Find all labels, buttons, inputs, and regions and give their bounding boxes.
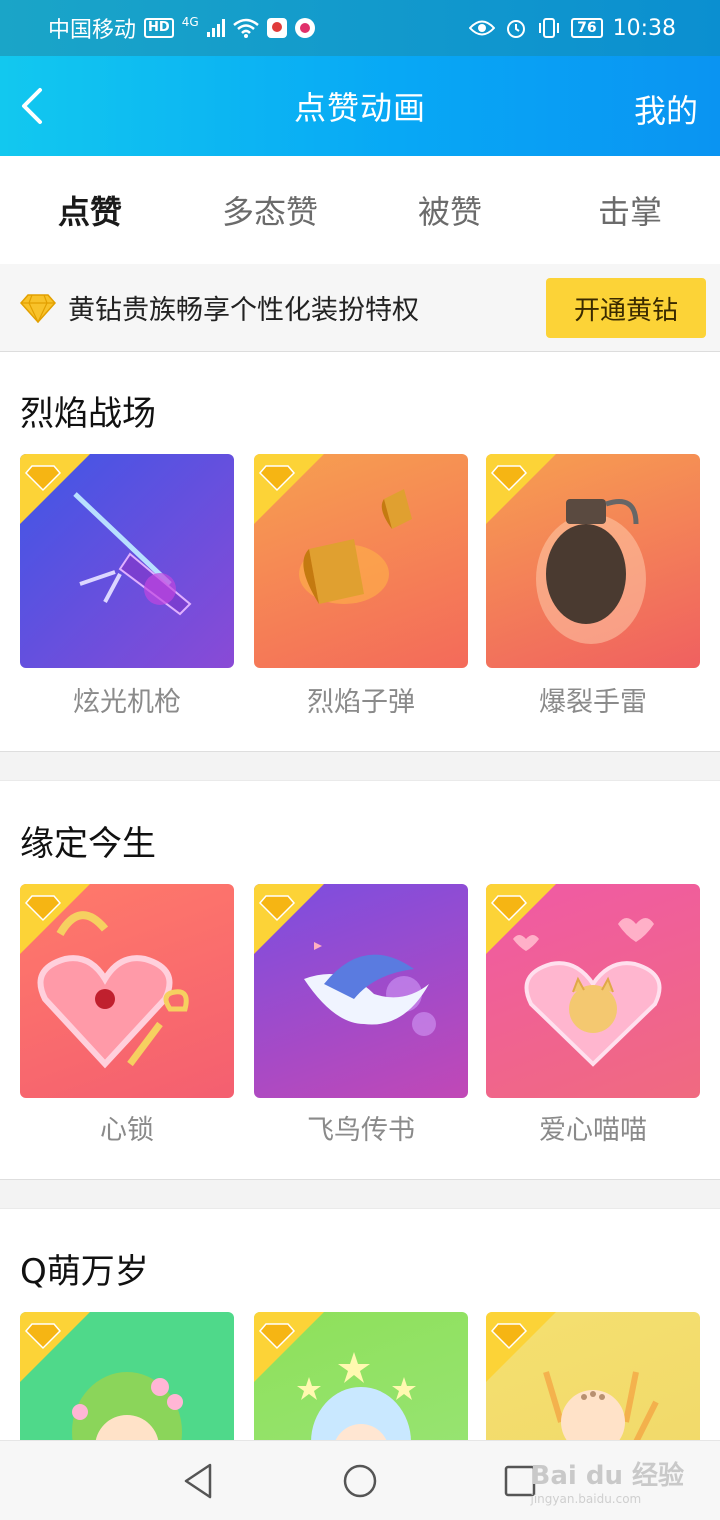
section-divider — [0, 1179, 720, 1209]
section-flame-battlefield: 烈焰战场 炫光机枪 烈焰子弹 爆裂手雷 — [0, 352, 720, 752]
section-title: Q萌万岁 — [20, 1252, 149, 1292]
item-card[interactable] — [486, 454, 700, 668]
tab-high-five[interactable]: 击掌 — [540, 156, 720, 264]
watermark-text: Bai du 经验 — [530, 1461, 685, 1491]
item-label: 烈焰子弹 — [307, 687, 415, 718]
yellow-diamond-icon — [486, 454, 556, 524]
section-title: 缘定今生 — [20, 824, 156, 864]
yellow-diamond-icon — [20, 884, 90, 954]
back-triangle-icon[interactable] — [178, 1459, 222, 1503]
clock: 10:38 — [612, 15, 676, 41]
item-label: 飞鸟传书 — [307, 1115, 415, 1146]
item-card[interactable] — [486, 884, 700, 1098]
yellow-diamond-icon — [20, 1312, 90, 1382]
status-bar: 中国移动 HD 4G 76 10:38 — [0, 0, 720, 56]
tab-like[interactable]: 点赞 — [0, 156, 180, 264]
watermark-url: jingyan.baidu.com — [530, 1492, 642, 1506]
carrier-label: 中国移动 — [48, 18, 137, 43]
yellow-diamond-icon — [20, 454, 90, 524]
item-card[interactable] — [20, 454, 234, 668]
item-label: 心锁 — [100, 1115, 154, 1146]
wifi-icon — [232, 18, 259, 38]
eye-icon — [469, 20, 496, 36]
item-card[interactable] — [254, 454, 468, 668]
item-label: 爱心喵喵 — [539, 1115, 647, 1146]
hd-icon: HD — [144, 18, 174, 38]
item-card[interactable] — [254, 884, 468, 1098]
baidu-watermark: Bai du 经验 jingyan.baidu.com — [531, 1455, 685, 1506]
my-link[interactable]: 我的 — [634, 86, 698, 132]
status-right: 76 10:38 — [469, 16, 676, 41]
section-q-cute: Q萌万岁 — [0, 1210, 720, 1520]
system-nav-bar: Bai du 经验 jingyan.baidu.com — [0, 1440, 720, 1520]
open-vip-button[interactable]: 开通黄钻 — [546, 278, 706, 338]
network-type: 4G — [181, 15, 199, 29]
back-button[interactable] — [14, 84, 54, 128]
tab-multi-like[interactable]: 多态赞 — [180, 156, 360, 264]
tab-bar: 点赞 多态赞 被赞 击掌 — [0, 156, 720, 264]
section-destined-love: 缘定今生 心锁 飞鸟传书 爱心喵喵 — [0, 782, 720, 1180]
item-label: 爆裂手雷 — [539, 687, 647, 718]
page: 中国移动 HD 4G 76 10:38 点赞动画 我的 点赞 多态赞 被赞 击掌… — [0, 0, 720, 1520]
yellow-diamond-icon — [254, 1312, 324, 1382]
vibrate-icon — [539, 18, 560, 38]
page-title: 点赞动画 — [293, 89, 426, 127]
home-circle-icon[interactable] — [338, 1459, 382, 1503]
chevron-left-icon — [22, 88, 42, 124]
yellow-diamond-icon — [20, 293, 56, 323]
yellow-diamond-icon — [254, 454, 324, 524]
tab-liked[interactable]: 被赞 — [360, 156, 540, 264]
item-card[interactable] — [20, 884, 234, 1098]
app-notification-icon — [266, 18, 287, 38]
yellow-diamond-icon — [486, 1312, 556, 1382]
alarm-icon — [507, 20, 526, 38]
signal-icon — [206, 19, 225, 37]
yellow-diamond-icon — [254, 884, 324, 954]
vip-banner: 黄钻贵族畅享个性化装扮特权 开通黄钻 — [0, 264, 720, 352]
battery-icon: 76 — [571, 18, 603, 38]
yellow-diamond-icon — [486, 884, 556, 954]
item-label: 炫光机枪 — [73, 687, 181, 718]
status-left: 中国移动 HD 4G — [48, 12, 315, 44]
video-app-icon — [294, 18, 315, 38]
section-divider — [0, 751, 720, 781]
app-header: 点赞动画 我的 — [0, 56, 720, 156]
vip-banner-text: 黄钻贵族畅享个性化装扮特权 — [68, 295, 419, 326]
section-title: 烈焰战场 — [20, 394, 156, 434]
